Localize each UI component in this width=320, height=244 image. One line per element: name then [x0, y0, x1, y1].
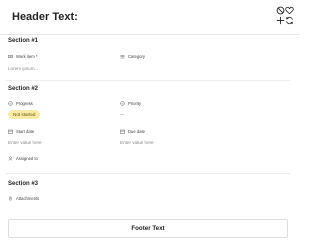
add-icon[interactable] [276, 16, 285, 25]
field-label-text: Assigned to [16, 156, 38, 161]
person-icon [8, 156, 13, 161]
field-label-attachments: Attachments [8, 196, 39, 201]
attachment-icon [8, 196, 13, 201]
field-label-text: Progress [16, 101, 33, 106]
block-icon[interactable] [276, 6, 285, 15]
calendar-icon [8, 129, 13, 134]
field-label-text: Priority [128, 101, 142, 106]
footer-button[interactable]: Footer Text [8, 219, 288, 238]
calendar-icon [120, 129, 125, 134]
priority-select[interactable]: --- [120, 112, 125, 117]
heart-icon[interactable] [285, 6, 294, 15]
field-label-category: Category [120, 54, 145, 59]
field-label-due-date: Due date [120, 129, 145, 134]
start-date-input[interactable]: Enter value here [8, 140, 42, 145]
work-item-input[interactable]: Lorem ipsum... [8, 66, 38, 71]
field-label-text: Start date [16, 129, 35, 134]
section-divider [6, 173, 290, 174]
list-icon [120, 54, 125, 59]
refresh-icon[interactable] [285, 16, 294, 25]
field-label-progress: Progress [8, 101, 33, 106]
field-label-start-date: Start date [8, 129, 34, 134]
field-label-work-item: Work item * [8, 54, 38, 59]
field-label-text: Due date [128, 129, 145, 134]
status-icon [8, 101, 13, 106]
section-divider [6, 80, 290, 81]
section-3-title: Section #3 [8, 181, 39, 187]
section-1-title: Section #1 [8, 38, 39, 44]
header-bar: Header Text: [0, 0, 300, 35]
progress-status-badge[interactable]: Not started [8, 110, 41, 119]
due-date-input[interactable]: Enter value here [120, 140, 154, 145]
field-label-text: Category [128, 54, 145, 59]
section-2-title: Section #2 [8, 86, 39, 92]
field-label-text: Attachments [16, 196, 40, 201]
field-label-text: Work item * [16, 54, 38, 59]
field-label-assigned-to: Assigned to [8, 156, 38, 161]
text-field-icon [8, 54, 13, 59]
status-icon [120, 101, 125, 106]
field-label-priority: Priority [120, 101, 141, 106]
header-title: Header Text: [12, 11, 78, 23]
